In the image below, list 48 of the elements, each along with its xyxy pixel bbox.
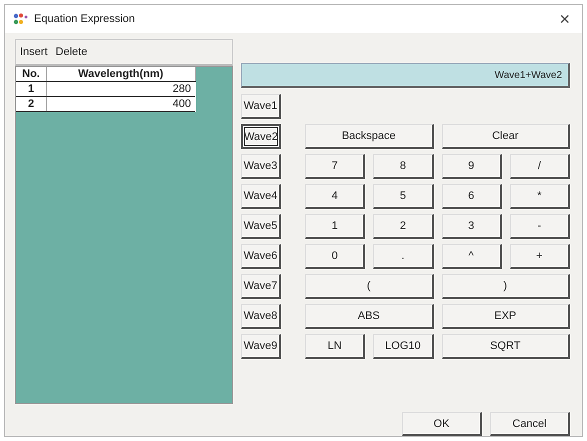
table-cell[interactable]: 400	[46, 96, 195, 112]
menu-item[interactable]: Delete	[56, 46, 88, 58]
table-cell[interactable]: 280	[46, 82, 195, 96]
table-cell: 2	[16, 96, 46, 112]
key-button[interactable]: .	[373, 244, 434, 269]
column-header[interactable]: Wavelength(nm)	[46, 67, 195, 82]
key-button[interactable]: LOG10	[373, 334, 434, 359]
key-button[interactable]: 6	[442, 184, 502, 209]
key-button[interactable]: -	[510, 214, 570, 239]
wave-button[interactable]: Wave6	[241, 244, 281, 269]
expression-field[interactable]: Wave1+Wave2	[241, 63, 570, 88]
key-button[interactable]: 3	[442, 214, 502, 239]
key-button[interactable]: SQRT	[442, 334, 570, 359]
wave-button[interactable]: Wave3	[241, 154, 281, 179]
wave-button[interactable]: Wave9	[241, 334, 281, 359]
key-button[interactable]: 4	[305, 184, 366, 209]
key-button[interactable]: ABS	[305, 304, 434, 329]
key-button[interactable]: (	[305, 274, 434, 299]
wave-button[interactable]: Wave2	[241, 124, 281, 149]
key-button[interactable]: LN	[305, 334, 366, 359]
key-button[interactable]: Backspace	[305, 124, 434, 149]
table-cell: 1	[16, 82, 46, 96]
key-button[interactable]: ^	[442, 244, 502, 269]
menu-item[interactable]: Insert	[20, 46, 48, 58]
key-button[interactable]: +	[510, 244, 570, 269]
key-button[interactable]: 9	[442, 154, 502, 179]
app-icon	[13, 13, 29, 25]
key-button[interactable]: 0	[305, 244, 366, 269]
wave-button[interactable]: Wave1	[241, 94, 281, 119]
wave-button[interactable]: Wave4	[241, 184, 281, 209]
key-button[interactable]: Clear	[442, 124, 570, 149]
wave-button[interactable]: Wave5	[241, 214, 281, 239]
cancel-button[interactable]: Cancel	[490, 412, 570, 436]
close-button[interactable]: ×	[555, 8, 574, 30]
key-button[interactable]: 7	[305, 154, 366, 179]
key-button[interactable]: 2	[373, 214, 434, 239]
key-button[interactable]: )	[442, 274, 570, 299]
key-button[interactable]: EXP	[442, 304, 570, 329]
key-button[interactable]: *	[510, 184, 570, 209]
key-button[interactable]: /	[510, 154, 570, 179]
key-button[interactable]: 8	[373, 154, 434, 179]
key-button[interactable]: 1	[305, 214, 366, 239]
wave-button[interactable]: Wave8	[241, 304, 281, 329]
key-button[interactable]: 5	[373, 184, 434, 209]
ok-button[interactable]: OK	[402, 412, 482, 436]
wave-button[interactable]: Wave7	[241, 274, 281, 299]
column-header[interactable]: No.	[16, 67, 46, 82]
window-title: Equation Expression	[34, 13, 136, 25]
